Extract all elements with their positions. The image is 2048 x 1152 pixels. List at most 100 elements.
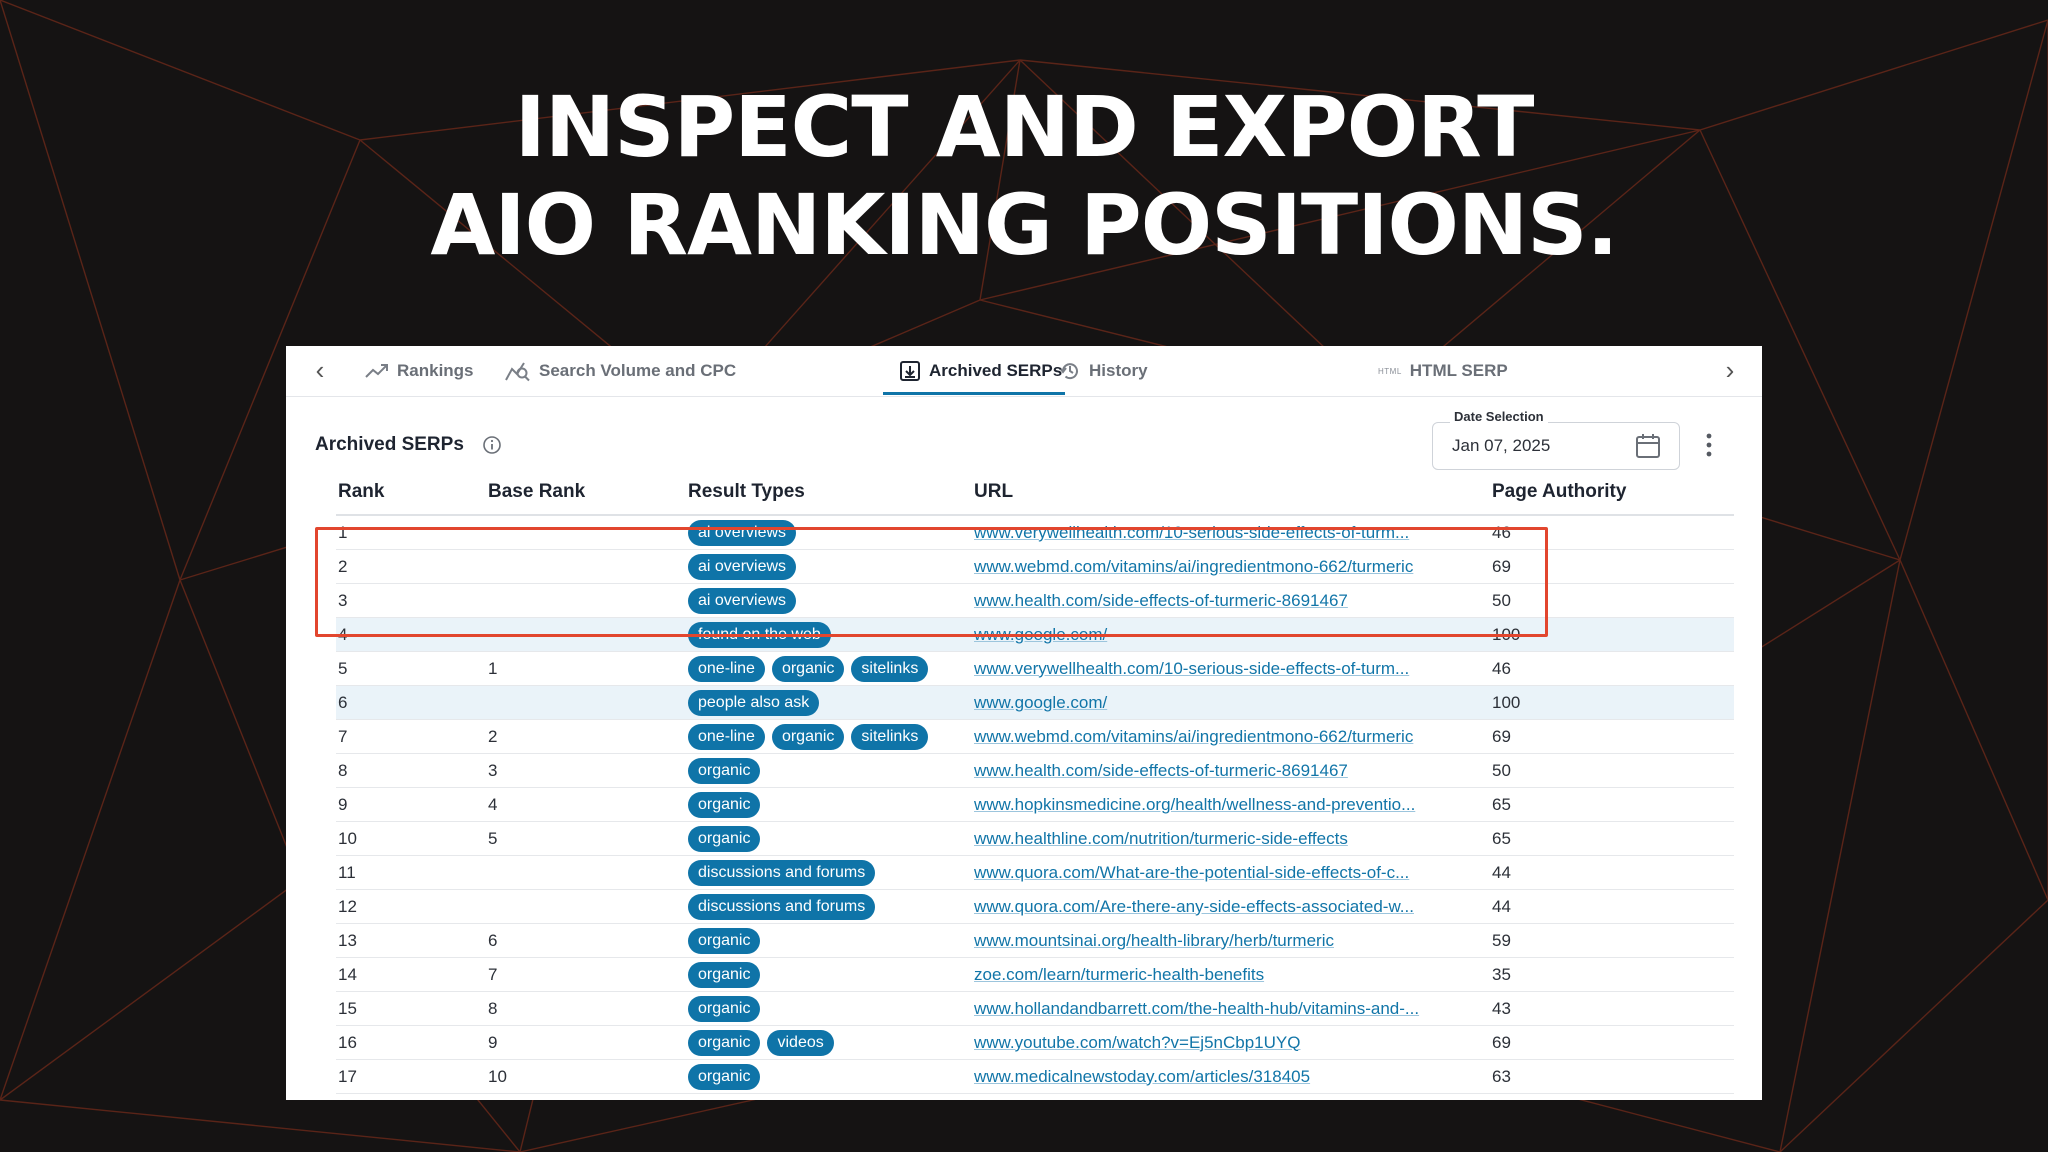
result-url-link[interactable]: www.health.com/side-effects-of-turmeric-… xyxy=(974,591,1474,611)
result-url-link[interactable]: www.hollandandbarrett.com/the-health-hub… xyxy=(974,999,1474,1019)
result-type-badge: organic xyxy=(688,995,761,1022)
result-url-link[interactable]: www.google.com/ xyxy=(974,625,1474,645)
base-rank-cell: 2 xyxy=(486,719,686,754)
info-icon[interactable] xyxy=(482,435,502,455)
result-types-cell: organic xyxy=(686,821,972,856)
url-cell: www.verywellhealth.com/10-serious-side-e… xyxy=(972,651,1490,686)
rank-cell: 9 xyxy=(336,787,486,822)
page-authority-cell: 44 xyxy=(1490,855,1734,890)
base-rank-cell: 10 xyxy=(486,1059,686,1094)
result-url-link[interactable]: www.verywellhealth.com/10-serious-side-e… xyxy=(974,659,1474,679)
base-rank-cell: 6 xyxy=(486,923,686,958)
table-row[interactable]: 5 1 one-line organic sitelinks www.verywellhe… xyxy=(336,651,1734,686)
result-types-cell: organic xyxy=(686,753,972,788)
table-row[interactable]: 16 9 organic videos www.youtube.com/watch?v=… xyxy=(336,1025,1734,1060)
rank-cell: 13 xyxy=(336,923,486,958)
rank-cell: 15 xyxy=(336,991,486,1026)
header-rank[interactable]: Rank xyxy=(336,470,486,516)
result-type-badge: found on the web xyxy=(688,621,831,648)
table-row[interactable]: 3 ai overviews www.health.com/side-effects… xyxy=(336,583,1734,618)
table-row[interactable]: 8 3 organic www.health.com/side-effects-of-… xyxy=(336,753,1734,788)
result-type-badge: videos xyxy=(767,1029,834,1056)
base-rank-cell: 8 xyxy=(486,991,686,1026)
grid-line xyxy=(1779,559,1901,1152)
header-result-types[interactable]: Result Types xyxy=(686,470,972,516)
tab-html-serp[interactable]: HTML HTML SERP xyxy=(1378,346,1508,396)
result-url-link[interactable]: zoe.com/learn/turmeric-health-benefits xyxy=(974,965,1474,985)
table-row[interactable]: 2 ai overviews www.webmd.com/vitamins/ai/i… xyxy=(336,549,1734,584)
base-rank-cell xyxy=(486,889,686,924)
table-row[interactable]: 4 found on the web www.google.com/100 xyxy=(336,617,1734,652)
result-url-link[interactable]: www.mountsinai.org/health-library/herb/t… xyxy=(974,931,1474,951)
result-url-link[interactable]: www.youtube.com/watch?v=Ej5nCbp1UYQ xyxy=(974,1033,1474,1053)
tab-rankings[interactable]: Rankings xyxy=(365,346,474,396)
result-type-badge: ai overviews xyxy=(688,519,797,546)
grid-line xyxy=(1779,899,2048,1152)
result-types-cell: organic xyxy=(686,991,972,1026)
more-options-icon[interactable] xyxy=(1704,432,1714,458)
url-cell: www.hollandandbarrett.com/the-health-hub… xyxy=(972,991,1490,1026)
result-type-badge: ai overviews xyxy=(688,587,797,614)
url-cell: www.healthline.com/nutrition/turmeric-si… xyxy=(972,821,1490,856)
result-url-link[interactable]: www.webmd.com/vitamins/ai/ingredientmono… xyxy=(974,557,1474,577)
page-authority-cell: 63 xyxy=(1490,1059,1734,1094)
base-rank-cell xyxy=(486,515,686,550)
trend-up-icon xyxy=(365,364,388,378)
grid-line xyxy=(1899,559,2048,901)
result-url-link[interactable]: www.hopkinsmedicine.org/health/wellness-… xyxy=(974,795,1474,815)
result-types-cell: one-line organic sitelinks xyxy=(686,651,972,686)
result-types-cell: organic xyxy=(686,957,972,992)
result-url-link[interactable]: www.webmd.com/vitamins/ai/ingredientmono… xyxy=(974,727,1474,747)
table-row[interactable]: 14 7 organic zoe.com/learn/turmeric-health-… xyxy=(336,957,1734,992)
base-rank-cell xyxy=(486,685,686,720)
chevron-left-icon[interactable]: ‹ xyxy=(308,357,332,383)
date-selection-value[interactable]: Jan 07, 2025 xyxy=(1452,436,1550,456)
table-row[interactable]: 11 discussions and forums www.quora.com/Wh… xyxy=(336,855,1734,890)
result-type-badge: ai overviews xyxy=(688,553,797,580)
table-body: 1 ai overviews www.verywellhealth.com/10-s… xyxy=(336,515,1734,1094)
url-cell: www.health.com/side-effects-of-turmeric-… xyxy=(972,583,1490,618)
tab-archived-serps[interactable]: Archived SERPs xyxy=(899,346,1062,396)
tab-bar: ‹ Rankings Search Volume and CPC History xyxy=(286,346,1762,397)
table-row[interactable]: 17 10 organic www.medicalnewstoday.com/arti… xyxy=(336,1059,1734,1094)
result-url-link[interactable]: www.verywellhealth.com/10-serious-side-e… xyxy=(974,523,1474,543)
result-url-link[interactable]: www.medicalnewstoday.com/articles/318405 xyxy=(974,1067,1474,1087)
result-url-link[interactable]: www.health.com/side-effects-of-turmeric-… xyxy=(974,761,1474,781)
tab-search-volume[interactable]: Search Volume and CPC xyxy=(505,346,736,396)
active-tab-indicator xyxy=(883,392,1065,395)
url-cell: www.youtube.com/watch?v=Ej5nCbp1UYQ xyxy=(972,1025,1490,1060)
result-type-badge: organic xyxy=(688,927,761,954)
result-url-link[interactable]: www.google.com/ xyxy=(974,693,1474,713)
url-cell: www.mountsinai.org/health-library/herb/t… xyxy=(972,923,1490,958)
result-url-link[interactable]: www.quora.com/Are-there-any-side-effects… xyxy=(974,897,1474,917)
table-row[interactable]: 9 4 organic www.hopkinsmedicine.org/health/… xyxy=(336,787,1734,822)
base-rank-cell xyxy=(486,617,686,652)
table-row[interactable]: 6 people also ask www.google.com/100 xyxy=(336,685,1734,720)
table-row[interactable]: 1 ai overviews www.verywellhealth.com/10-s… xyxy=(336,515,1734,550)
table-row[interactable]: 15 8 organic www.hollandandbarrett.com/the-… xyxy=(336,991,1734,1026)
header-page-authority[interactable]: Page Authority xyxy=(1490,470,1734,516)
header-url[interactable]: URL xyxy=(972,470,1490,516)
page-authority-cell: 46 xyxy=(1490,515,1734,550)
html-tag-icon: HTML xyxy=(1378,366,1402,376)
tab-history[interactable]: History xyxy=(1059,346,1148,396)
result-url-link[interactable]: www.healthline.com/nutrition/turmeric-si… xyxy=(974,829,1474,849)
tab-label: Archived SERPs xyxy=(929,361,1063,380)
table-row[interactable]: 12 discussions and forums www.quora.com/Ar… xyxy=(336,889,1734,924)
calendar-icon[interactable] xyxy=(1634,432,1662,460)
page-authority-cell: 69 xyxy=(1490,1025,1734,1060)
table-row[interactable]: 10 5 organic www.healthline.com/nutrition/t… xyxy=(336,821,1734,856)
url-cell: www.webmd.com/vitamins/ai/ingredientmono… xyxy=(972,719,1490,754)
table-row[interactable]: 7 2 one-line organic sitelinks www.webmd.com/… xyxy=(336,719,1734,754)
header-base-rank[interactable]: Base Rank xyxy=(486,470,686,516)
rank-cell: 16 xyxy=(336,1025,486,1060)
result-url-link[interactable]: www.quora.com/What-are-the-potential-sid… xyxy=(974,863,1474,883)
url-cell: www.quora.com/What-are-the-potential-sid… xyxy=(972,855,1490,890)
result-type-badge: one-line xyxy=(688,723,765,750)
rank-cell: 7 xyxy=(336,719,486,754)
chevron-right-icon[interactable]: › xyxy=(1718,357,1742,383)
rank-cell: 12 xyxy=(336,889,486,924)
url-cell: www.quora.com/Are-there-any-side-effects… xyxy=(972,889,1490,924)
table-row[interactable]: 13 6 organic www.mountsinai.org/health-libr… xyxy=(336,923,1734,958)
page-authority-cell: 65 xyxy=(1490,821,1734,856)
